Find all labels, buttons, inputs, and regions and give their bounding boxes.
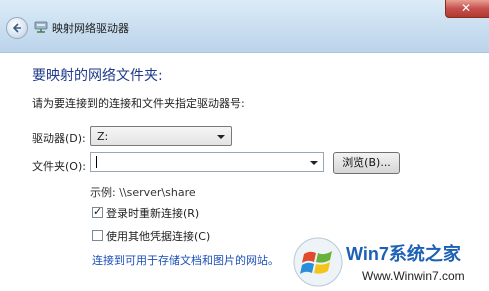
back-arrow-icon <box>12 23 21 33</box>
credentials-checkbox[interactable] <box>92 230 103 241</box>
title-bar: 映射网络驱动器 ✕ <box>0 0 489 53</box>
back-button[interactable] <box>6 17 28 39</box>
watermark-url: Www.Winwin7.com <box>362 269 465 283</box>
folder-input[interactable] <box>90 152 324 172</box>
path-example: 示例: \\server\share <box>90 186 196 199</box>
watermark-brand: Win7系统之家 <box>346 244 461 264</box>
browse-button[interactable]: 浏览(B)... <box>333 152 400 174</box>
drive-label: 驱动器(D): <box>32 132 86 145</box>
chevron-down-icon <box>217 135 225 139</box>
folder-label: 文件夹(O): <box>32 160 86 173</box>
checkmark-icon: ✓ <box>93 205 103 218</box>
close-icon: ✕ <box>461 1 472 15</box>
windows-logo-icon <box>293 237 343 287</box>
network-drive-icon <box>34 21 48 33</box>
dialog-heading: 要映射的网络文件夹: <box>32 68 163 84</box>
chevron-down-icon[interactable] <box>310 161 318 165</box>
text-caret <box>96 156 97 168</box>
drive-value: Z: <box>97 130 109 143</box>
reconnect-label[interactable]: 登录时重新连接(R) <box>106 205 199 221</box>
reconnect-checkbox[interactable]: ✓ <box>92 205 103 218</box>
website-link[interactable]: 连接到可用于存储文档和图片的网站。 <box>92 252 279 268</box>
credentials-label[interactable]: 使用其他凭据连接(C) <box>106 228 210 244</box>
dialog-description: 请为要连接到的连接和文件夹指定驱动器号: <box>32 97 245 110</box>
watermark: Win7系统之家 Www.Winwin7.com <box>292 236 489 291</box>
drive-select[interactable]: Z: <box>90 126 232 146</box>
close-button[interactable]: ✕ <box>445 0 489 18</box>
window-title: 映射网络驱动器 <box>52 22 129 35</box>
